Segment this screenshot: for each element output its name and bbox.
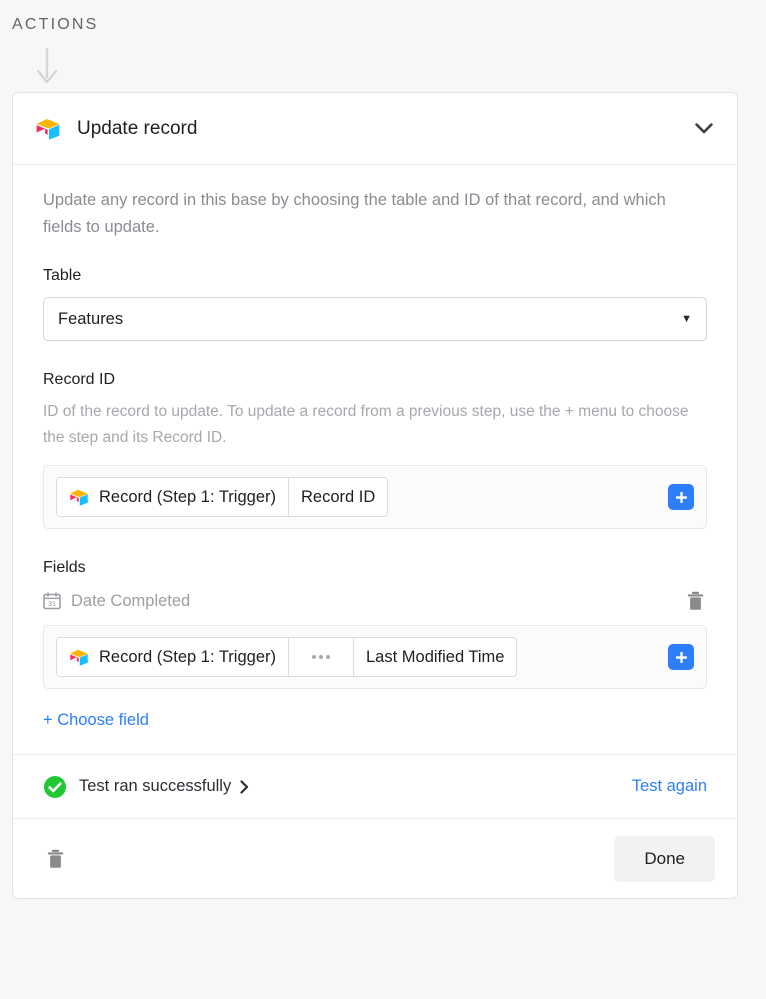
field-value-token-source[interactable]: Record (Step 1: Trigger) <box>57 638 288 676</box>
field-value-token-input[interactable]: Record (Step 1: Trigger) Last Modified T… <box>43 625 707 689</box>
airtable-logo-icon <box>70 649 88 666</box>
airtable-logo-icon <box>36 118 60 140</box>
fields-label: Fields <box>43 559 86 576</box>
table-label: Table <box>43 267 82 284</box>
plus-icon[interactable] <box>668 644 694 670</box>
record-id-token-input[interactable]: Record (Step 1: Trigger) Record ID <box>43 465 707 529</box>
check-circle-icon <box>44 775 66 798</box>
action-description: Update any record in this base by choosi… <box>43 191 666 236</box>
svg-text:31: 31 <box>48 601 56 608</box>
field-value-token-property-label: Last Modified Time <box>366 647 505 666</box>
airtable-logo-icon <box>70 489 88 506</box>
record-id-token-source-label: Record (Step 1: Trigger) <box>99 487 276 506</box>
card-title: Update record <box>77 117 198 139</box>
field-value-token-source-label: Record (Step 1: Trigger) <box>99 647 276 666</box>
choose-field-button[interactable]: + Choose field <box>43 711 149 730</box>
field-value-token[interactable]: Record (Step 1: Trigger) Last Modified T… <box>56 637 518 677</box>
update-record-action-card: Update record Update any record in this … <box>12 92 738 899</box>
record-id-token-source[interactable]: Record (Step 1: Trigger) <box>57 478 288 516</box>
test-status-text: Test ran successfully <box>79 777 232 795</box>
field-value-token-property[interactable]: Last Modified Time <box>353 638 517 676</box>
card-body: Update any record in this base by choosi… <box>13 165 737 754</box>
record-id-label: Record ID <box>43 371 116 388</box>
field-item-name: Date Completed <box>71 591 191 610</box>
calendar-icon: 31 <box>43 592 61 610</box>
test-again-button[interactable]: Test again <box>632 777 707 796</box>
test-status-row[interactable]: Test ran successfully Test again <box>13 754 737 818</box>
field-item-header: 31 Date Completed <box>43 589 707 613</box>
trash-icon[interactable] <box>683 589 707 613</box>
table-select-value: Features <box>58 309 124 328</box>
record-id-token[interactable]: Record (Step 1: Trigger) Record ID <box>56 477 389 517</box>
plus-icon[interactable] <box>668 484 694 510</box>
chevron-right-icon[interactable] <box>240 779 249 794</box>
card-header[interactable]: Update record <box>13 93 737 165</box>
trash-icon[interactable] <box>43 847 67 871</box>
done-button[interactable]: Done <box>614 835 715 882</box>
record-id-token-property[interactable]: Record ID <box>288 478 388 516</box>
record-id-helper-text: ID of the record to update. To update a … <box>43 403 689 446</box>
ellipsis-icon[interactable] <box>288 638 353 676</box>
card-footer: Done <box>13 818 737 898</box>
actions-section-heading: ACTIONS <box>12 16 99 33</box>
table-select[interactable]: Features ▼ <box>43 297 707 341</box>
chevron-down-icon: ▼ <box>681 312 692 325</box>
automation-action-panel: ACTIONS Update record Update any record … <box>0 0 766 999</box>
arrow-down-icon <box>33 48 61 86</box>
chevron-down-icon[interactable] <box>691 116 717 142</box>
ellipsis-dots <box>301 655 341 659</box>
record-id-token-property-label: Record ID <box>301 487 376 506</box>
